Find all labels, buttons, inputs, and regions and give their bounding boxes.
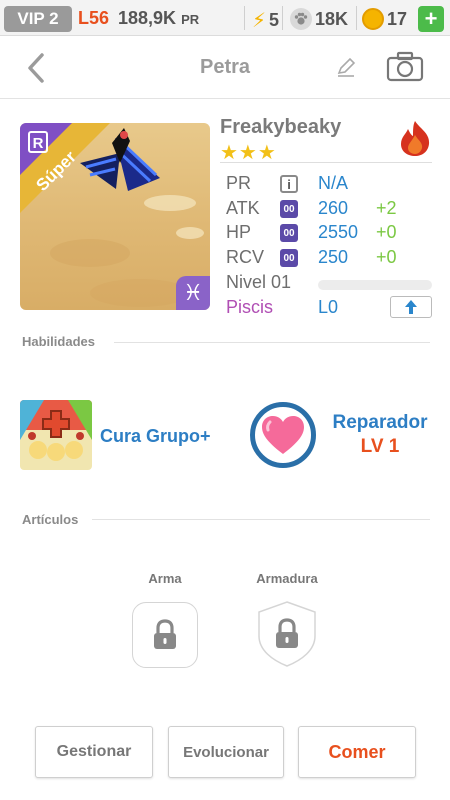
nav-bar: Petra xyxy=(0,37,450,99)
stat-bonus: +0 xyxy=(376,247,397,267)
divider xyxy=(244,6,245,30)
page-title: Petra xyxy=(199,56,251,78)
plus-egg-icon: 00 xyxy=(280,224,298,242)
vip-badge[interactable]: VIP 2 xyxy=(4,6,72,32)
active-skill-name[interactable]: Cura Grupo+ xyxy=(100,426,211,447)
rank-badge-letter: R xyxy=(33,135,44,152)
section-title-items: Artículos xyxy=(22,512,79,527)
stat-value: 250 xyxy=(318,247,349,267)
skill-icon[interactable] xyxy=(20,400,92,470)
rank-ribbon: R Súper xyxy=(20,123,110,213)
section-title-abilities: Habilidades xyxy=(22,334,95,349)
player-level: L56 xyxy=(78,8,110,28)
lightning-icon: ⚡ xyxy=(252,10,267,32)
lock-icon xyxy=(154,619,176,649)
shield-icon xyxy=(258,601,316,667)
stat-row-atk: ATK 00 260 +2 xyxy=(226,198,436,222)
manage-button[interactable]: Gestionar xyxy=(35,726,153,778)
info-icon[interactable]: i xyxy=(280,175,298,193)
plus-egg-icon: 00 xyxy=(280,249,298,267)
armor-label: Armadura xyxy=(256,571,318,586)
add-coins-button[interactable]: + xyxy=(418,6,444,32)
divider xyxy=(92,519,430,520)
armor-slot[interactable] xyxy=(256,600,318,668)
stat-value: N/A xyxy=(318,173,349,193)
divider xyxy=(220,162,432,163)
stat-row-rcv: RCV 00 250 +0 xyxy=(226,247,436,271)
monster-name: Freakybeaky xyxy=(220,116,342,138)
weapon-label: Arma xyxy=(148,571,182,586)
paw-icon xyxy=(290,8,312,30)
camera-button[interactable] xyxy=(386,51,424,83)
divider xyxy=(282,6,283,30)
arrow-up-icon xyxy=(405,300,417,314)
stat-value: 260 xyxy=(318,198,349,218)
pencil-icon xyxy=(337,57,356,77)
stat-label: PR xyxy=(226,173,252,193)
paw-value: 18K xyxy=(315,8,349,29)
coin-value: 17 xyxy=(387,8,408,29)
sign-level: L0 xyxy=(318,297,339,317)
power-value: 188,9K xyxy=(118,8,177,28)
stat-bonus: +0 xyxy=(376,222,397,242)
level-label: Nivel 01 xyxy=(226,272,292,292)
awakening-icon[interactable] xyxy=(250,402,316,468)
evolve-button[interactable]: Evolucionar xyxy=(168,726,284,778)
weapon-slot[interactable] xyxy=(132,602,198,668)
edit-name-button[interactable] xyxy=(334,55,358,79)
energy-value: 5 xyxy=(269,10,280,30)
plus-egg-icon: 00 xyxy=(280,200,298,218)
coin-icon xyxy=(362,8,384,30)
eat-button[interactable]: Comer xyxy=(298,726,416,778)
stat-row-hp: HP 00 2550 +0 xyxy=(226,222,436,246)
stat-row-pr: PR i N/A xyxy=(226,173,436,197)
divider xyxy=(114,342,430,343)
pisces-icon: ♓ xyxy=(176,276,210,310)
power-rating: 188,9K PR xyxy=(118,8,199,29)
awakening-level: LV 1 xyxy=(360,436,400,457)
energy-counter: ⚡ 5 xyxy=(252,8,279,33)
level-progress-bar xyxy=(318,280,432,290)
paw-counter: 18K xyxy=(290,8,348,30)
power-unit: PR xyxy=(181,12,200,27)
fire-icon xyxy=(398,119,432,157)
awakening-name[interactable]: Reparador xyxy=(320,412,440,434)
stat-label: ATK xyxy=(226,198,260,218)
stat-label: HP xyxy=(226,222,252,242)
divider xyxy=(356,6,357,30)
upgrade-sign-button[interactable] xyxy=(390,296,432,318)
monster-portrait[interactable]: R Súper ♓ xyxy=(20,123,210,310)
heart-icon xyxy=(262,416,304,454)
status-bar: VIP 2 L56 188,9K PR ⚡ 5 18K 17 + xyxy=(0,0,450,36)
coin-counter: 17 xyxy=(362,8,407,30)
level-row: Nivel 01 xyxy=(226,272,436,296)
stat-bonus: +2 xyxy=(376,198,397,218)
sign-label: Piscis xyxy=(226,297,274,317)
stat-value: 2550 xyxy=(318,222,359,242)
stat-label: RCV xyxy=(226,247,265,267)
camera-icon xyxy=(386,51,424,82)
